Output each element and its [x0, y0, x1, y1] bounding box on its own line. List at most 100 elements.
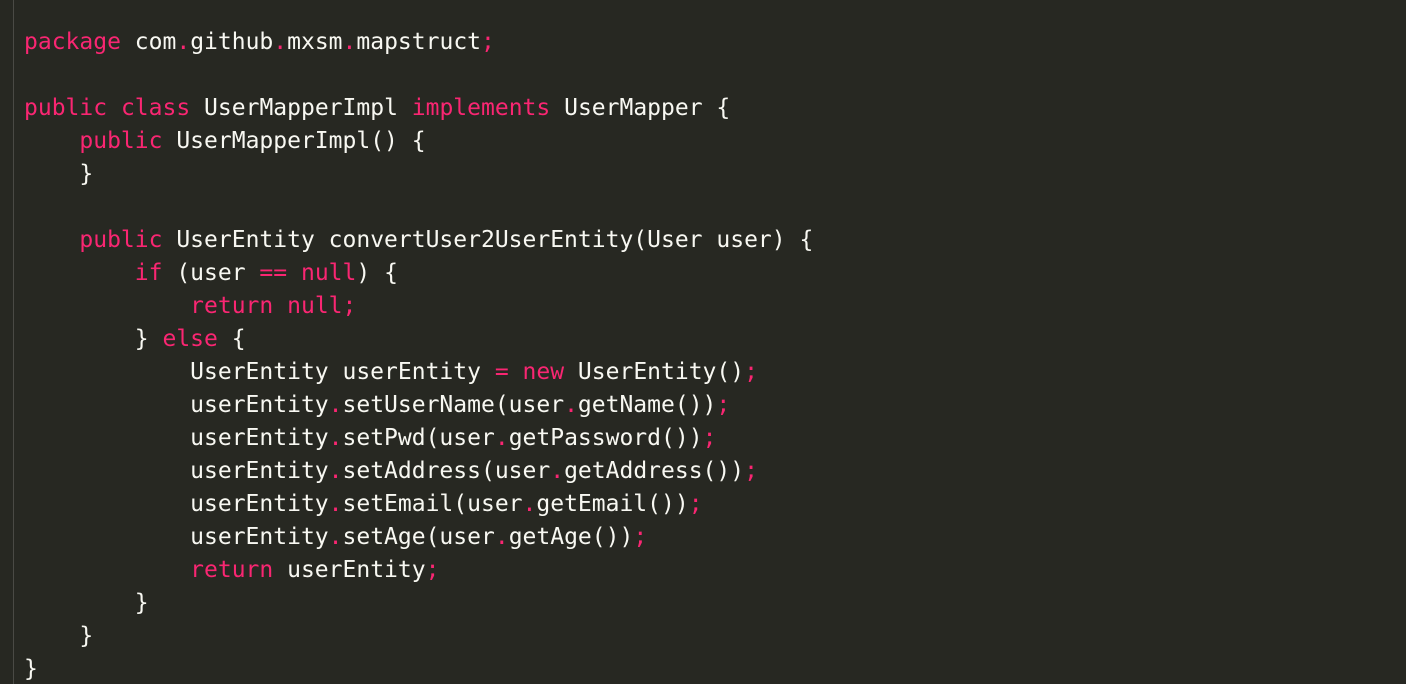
text-token: setEmail(user: [342, 491, 523, 517]
text-token: userEntity: [24, 524, 329, 550]
text-token: userEntity: [273, 557, 426, 583]
keyword-token: package: [24, 29, 121, 55]
text-token: getName()): [577, 392, 717, 418]
keyword-token: public: [24, 95, 108, 121]
text-token: setUserName(user: [342, 392, 565, 418]
code-line[interactable]: return null;: [24, 290, 813, 323]
code-line[interactable]: [24, 59, 813, 92]
text-token: setAddress(user: [342, 458, 551, 484]
punctuation-token: .: [328, 491, 343, 517]
punctuation-token: .: [273, 29, 288, 55]
text-token: UserMapper {: [550, 95, 731, 121]
text-token: ) {: [356, 260, 398, 286]
gutter-divider: [13, 0, 14, 684]
keyword-token: else: [162, 326, 218, 352]
punctuation-token: .: [564, 392, 578, 418]
code-line[interactable]: userEntity.setAge(user.getAge());: [24, 521, 813, 554]
text-token: (user: [162, 260, 260, 286]
keyword-token: ==: [259, 260, 288, 286]
punctuation-token: ;: [744, 458, 758, 484]
code-content[interactable]: package com.github.mxsm.mapstruct; publi…: [24, 26, 813, 684]
code-line[interactable]: userEntity.setUserName(user.getName());: [24, 389, 813, 422]
text-token: }: [24, 326, 163, 352]
keyword-token: if: [134, 260, 163, 286]
keyword-token: new: [522, 359, 565, 385]
text-token: mxsm: [287, 29, 343, 55]
punctuation-token: .: [328, 458, 343, 484]
punctuation-token: .: [176, 29, 191, 55]
code-line[interactable]: } else {: [24, 323, 813, 356]
code-line[interactable]: }: [24, 653, 813, 684]
code-line[interactable]: public UserEntity convertUser2UserEntity…: [24, 224, 813, 257]
code-line[interactable]: }: [24, 587, 813, 620]
text-token: getAddress()): [564, 458, 745, 484]
text-token: userEntity: [24, 425, 329, 451]
punctuation-token: ;: [425, 557, 440, 583]
keyword-token: return: [190, 293, 274, 319]
text-token: github: [190, 29, 274, 55]
punctuation-token: ;: [744, 359, 758, 385]
keyword-token: public: [79, 227, 163, 253]
text-token: getAge()): [508, 524, 634, 550]
code-line[interactable]: userEntity.setAddress(user.getAddress())…: [24, 455, 813, 488]
code-line[interactable]: return userEntity;: [24, 554, 813, 587]
text-token: UserEntity(): [564, 359, 745, 385]
text-token: UserEntity userEntity: [24, 359, 495, 385]
keyword-token: =: [494, 359, 509, 385]
code-line[interactable]: if (user == null) {: [24, 257, 813, 290]
code-line[interactable]: UserEntity userEntity = new UserEntity()…: [24, 356, 813, 389]
text-token: UserMapperImpl: [190, 95, 412, 121]
text-token: mapstruct: [356, 29, 482, 55]
code-line[interactable]: public class UserMapperImpl implements U…: [24, 92, 813, 125]
text-token: com: [120, 29, 177, 55]
text-token: userEntity: [24, 392, 329, 418]
text-token: }: [24, 590, 149, 616]
punctuation-token: .: [494, 425, 509, 451]
punctuation-token: .: [328, 524, 343, 550]
punctuation-token: ;: [702, 425, 717, 451]
code-line[interactable]: package com.github.mxsm.mapstruct;: [24, 26, 813, 59]
keyword-token: null: [287, 293, 343, 319]
keyword-token: null: [300, 260, 357, 286]
code-line[interactable]: userEntity.setEmail(user.getEmail());: [24, 488, 813, 521]
text-token: {: [217, 326, 246, 352]
keyword-token: public: [79, 128, 163, 154]
code-line[interactable]: [24, 191, 813, 224]
punctuation-token: ;: [633, 524, 648, 550]
text-token: UserMapperImpl() {: [162, 128, 426, 154]
code-line[interactable]: userEntity.setPwd(user.getPassword());: [24, 422, 813, 455]
text-token: userEntity: [24, 491, 329, 517]
text-token: }: [24, 656, 38, 682]
text-token: setPwd(user: [342, 425, 495, 451]
keyword-token: implements: [411, 95, 551, 121]
keyword-token: return: [190, 557, 274, 583]
text-token: userEntity: [24, 458, 329, 484]
punctuation-token: .: [522, 491, 537, 517]
punctuation-token: .: [328, 392, 343, 418]
punctuation-token: .: [494, 524, 509, 550]
punctuation-token: ;: [716, 392, 731, 418]
text-token: }: [24, 161, 94, 187]
punctuation-token: .: [550, 458, 565, 484]
text-token: setAge(user: [342, 524, 495, 550]
punctuation-token: .: [328, 425, 343, 451]
punctuation-token: .: [342, 29, 357, 55]
text-token: getEmail()): [536, 491, 689, 517]
keyword-token: class: [120, 95, 191, 121]
code-line[interactable]: }: [24, 620, 813, 653]
text-token: }: [24, 623, 94, 649]
punctuation-token: ;: [688, 491, 703, 517]
punctuation-token: ;: [481, 29, 495, 55]
code-line[interactable]: }: [24, 158, 813, 191]
text-token: getPassword()): [508, 425, 703, 451]
code-line[interactable]: public UserMapperImpl() {: [24, 125, 813, 158]
code-editor[interactable]: package com.github.mxsm.mapstruct; publi…: [0, 0, 1406, 684]
